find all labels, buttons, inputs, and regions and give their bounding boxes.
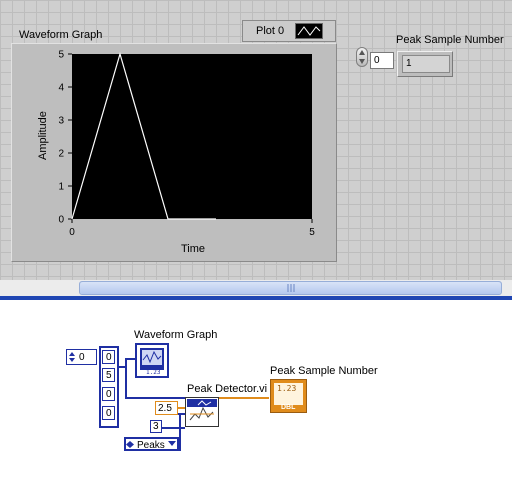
y-axis-label: Amplitude	[37, 111, 49, 160]
y-tick-label: 2	[58, 149, 64, 160]
graph-label: Waveform Graph	[19, 29, 103, 41]
graph-terminal[interactable]: 1.23	[135, 343, 169, 378]
y-tick-label: 5	[58, 50, 64, 61]
peak-detector-icon	[187, 399, 217, 421]
array-element[interactable]: 0	[102, 350, 115, 364]
array-element[interactable]: 0	[102, 406, 115, 420]
svg-text:1.23: 1.23	[146, 369, 161, 376]
width-constant[interactable]: 3	[150, 420, 162, 433]
wire	[219, 397, 269, 399]
array-index-increment-icon[interactable]	[356, 47, 368, 67]
legend-line-glyph	[297, 26, 321, 36]
wire	[125, 358, 127, 398]
array-element[interactable]: 0	[102, 387, 115, 401]
x-tick-label: 0	[69, 227, 75, 238]
indicator-terminal[interactable]: 1.23 DBL	[270, 379, 307, 413]
up-down-arrows-icon	[359, 50, 365, 64]
wire	[179, 413, 181, 451]
array-element[interactable]: 5	[102, 368, 115, 382]
graph-terminal-label: Waveform Graph	[134, 329, 218, 341]
peak-indicator-label: Peak Sample Number	[396, 34, 504, 46]
grip-icon	[287, 284, 295, 292]
array-index-input[interactable]: 0	[370, 52, 394, 69]
legend-line-icon[interactable]	[295, 23, 323, 39]
graph-terminal-icon: 1.23	[140, 348, 164, 376]
enum-arrows-icon	[126, 441, 134, 448]
block-diagram: 0 0 5 0 0 Waveform Graph 1.23 Peak Detec…	[0, 300, 512, 495]
y-tick-label: 3	[58, 116, 64, 127]
dropdown-arrow-icon[interactable]	[168, 441, 176, 447]
threshold-constant[interactable]: 2.5	[155, 401, 178, 415]
front-panel: Waveform Graph Plot 0 Amplitude Time 5 4 3…	[0, 0, 512, 280]
wire	[125, 397, 185, 399]
indicator-terminal-label: Peak Sample Number	[270, 365, 378, 377]
plot-area[interactable]: 5 4 3 2 1 00 5	[50, 48, 325, 239]
indicator-type-label: DBL	[281, 404, 296, 411]
legend-plot-name: Plot 0	[256, 25, 285, 37]
x-tick-label: 5	[309, 227, 315, 238]
wire	[178, 407, 185, 409]
x-axis-label: Time	[181, 243, 206, 255]
index-arrows-icon	[69, 352, 75, 362]
y-tick-label: 0	[58, 215, 64, 226]
peak-detector-node[interactable]	[185, 397, 219, 427]
plot-background	[72, 54, 312, 219]
peak-indicator-value: 1	[402, 55, 450, 73]
scrollbar-thumb[interactable]	[80, 282, 501, 294]
indicator-terminal-glyph: 1.23	[277, 384, 297, 393]
y-tick-label: 1	[58, 182, 64, 193]
peak-detector-label: Peak Detector.vi	[187, 383, 268, 395]
y-tick-label: 4	[58, 83, 64, 94]
